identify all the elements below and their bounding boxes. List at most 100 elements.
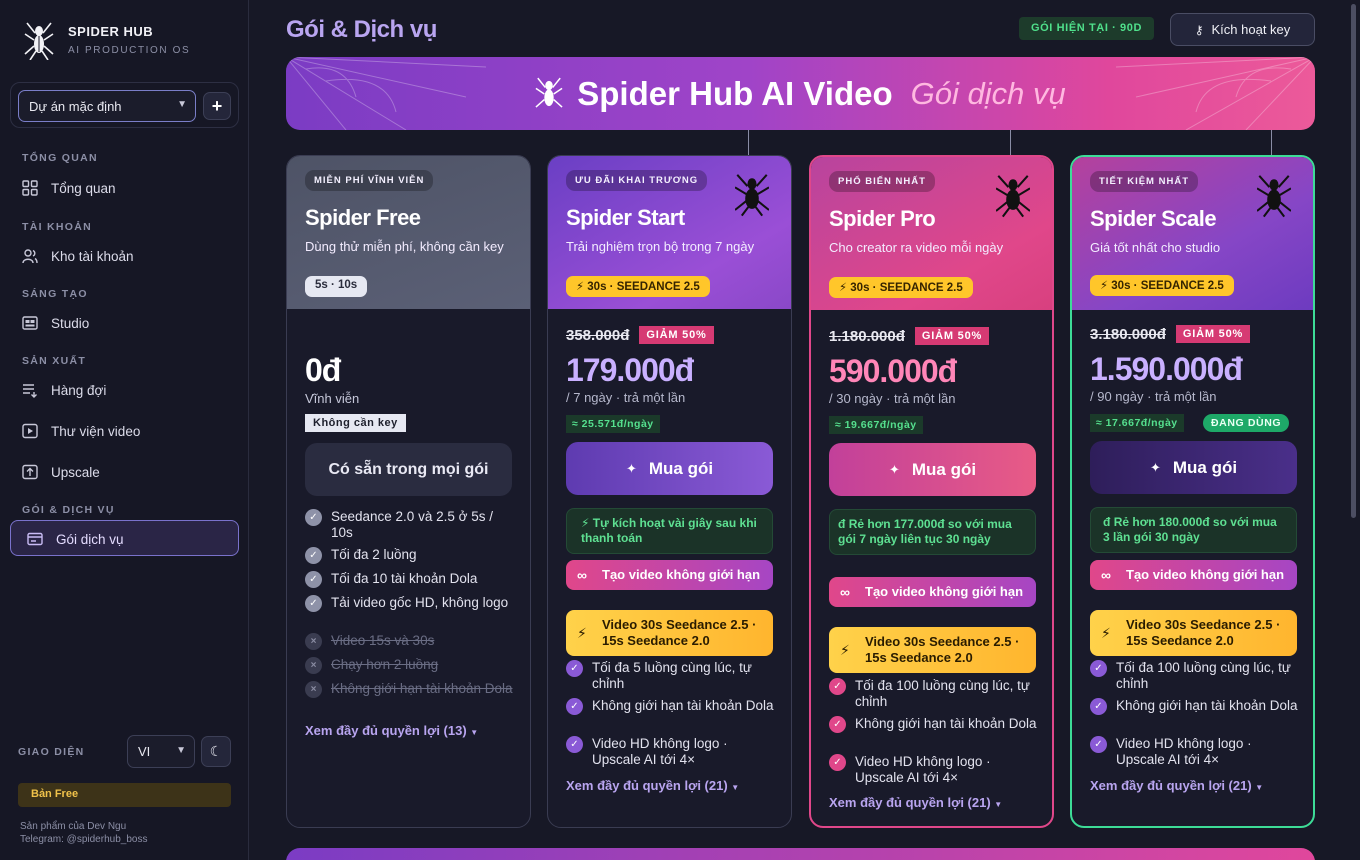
spider-logo-icon (24, 22, 54, 60)
sidebar: SPIDER HUB AI PRODUCTION OS Dự án mặc đị… (0, 0, 249, 860)
plan-header: ƯU ĐÃI KHAI TRƯƠNG Spider Start Trải ngh… (548, 156, 791, 309)
plan-description: Giá tốt nhất cho studio (1090, 240, 1221, 255)
view-all-benefits-link[interactable]: Xem đầy đủ quyền lợi (13) ▼ (305, 723, 478, 738)
plan-note: ⚡ Tự kích hoạt vài giây sau khi thanh to… (566, 508, 773, 554)
project-select[interactable]: Dự án mặc định ▼ (18, 90, 196, 122)
feature-highlight: ∞ Tạo video không giới hạn (566, 560, 773, 590)
feature-text: Không giới hạn tài khoản Dola (855, 716, 1037, 731)
plan-card-start: ƯU ĐÃI KHAI TRƯƠNG Spider Start Trải ngh… (547, 155, 792, 828)
check-icon: ✓ (1090, 660, 1107, 677)
plan-note: đ Rẻ hơn 177.000đ so với mua gói 7 ngày … (829, 509, 1036, 555)
sidebar-item-accounts[interactable]: Kho tài khoản (22, 248, 134, 264)
feature-highlight-text: Tạo video không giới hạn (865, 584, 1024, 599)
feature-item: ✓ Không giới hạn tài khoản Dola (1090, 698, 1300, 715)
buy-button[interactable]: ✦ Mua gói (1090, 441, 1297, 494)
plan-card-free: MIỄN PHÍ VĨNH VIỄN Spider Free Dùng thử … (286, 155, 531, 828)
play-icon (22, 423, 38, 439)
check-icon: ✓ (305, 595, 322, 612)
infinity-icon: ∞ (840, 584, 850, 600)
moon-icon: ☾ (209, 743, 223, 759)
feature-highlight-text: Tạo video không giới hạn (602, 567, 761, 582)
x-icon: × (305, 633, 322, 650)
buy-label: Mua gói (648, 458, 714, 478)
sidebar-item-video-library[interactable]: Thư viện video (22, 423, 140, 439)
check-icon: ✓ (1090, 698, 1107, 715)
view-all-benefits-link[interactable]: Xem đầy đủ quyền lợi (21) ▼ (1090, 778, 1263, 793)
plan-period: / 7 ngày · trả một lần (566, 390, 686, 405)
feature-text: Tối đa 100 luồng cùng lúc, tự chỉnh (1116, 660, 1291, 691)
scrollbar[interactable] (1351, 4, 1356, 518)
feature-text: Tối đa 5 luồng cùng lúc, tự chỉnh (592, 660, 752, 691)
feature-highlight: ∞ Tạo video không giới hạn (829, 577, 1036, 607)
price-per-day: ≈ 19.667đ/ngày (829, 416, 923, 434)
view-all-benefits-link[interactable]: Xem đầy đủ quyền lợi (21) ▼ (566, 778, 739, 793)
old-price: 3.180.000đ (1090, 325, 1166, 343)
plan-note-text: Rẻ hơn 177.000đ so với mua gói 7 ngày li… (838, 517, 1012, 546)
sidebar-item-plans-content[interactable]: Gói dịch vụ (27, 531, 124, 547)
caret-down-icon: ▼ (470, 728, 479, 737)
old-price: 358.000đ (566, 326, 630, 344)
sidebar-item-label: Studio (51, 315, 90, 331)
feature-highlight-text: Tạo video không giới hạn (1126, 567, 1285, 582)
sidebar-item-queue[interactable]: Hàng đợi (22, 382, 106, 398)
sparkle-icon: ✦ (1149, 459, 1161, 475)
feature-text: Tối đa 2 luồng (331, 547, 417, 562)
brand[interactable]: SPIDER HUB AI PRODUCTION OS (24, 20, 190, 60)
thread-line (748, 130, 749, 156)
feature-item: ✓ Tối đa 100 luồng cùng lúc, tự chỉnh (1090, 660, 1300, 692)
feature-item-disabled: × Không giới hạn tài khoản Dola (305, 681, 515, 698)
buy-button[interactable]: ✦ Mua gói (566, 442, 773, 495)
check-icon: ✓ (305, 571, 322, 588)
view-all-benefits-label: Xem đầy đủ quyền lợi (13) (305, 723, 467, 738)
project-select-value: Dự án mặc định (29, 99, 122, 114)
plan-chip-label: 30s · SEEDANCE 2.5 (1111, 280, 1224, 292)
feature-highlight: ⚡ Video 30s Seedance 2.5 · 15s Seedance 2… (829, 627, 1036, 673)
spider-icon (996, 175, 1030, 218)
sidebar-item-upscale[interactable]: Upscale (22, 464, 100, 480)
buy-button[interactable]: ✦ Mua gói (829, 443, 1036, 496)
bolt-icon: ⚡ (577, 625, 587, 641)
plan-name: Spider Free (305, 205, 421, 230)
studio-icon (22, 316, 38, 330)
spider-icon (735, 174, 769, 217)
dark-mode-toggle[interactable]: ☾ (201, 736, 231, 767)
discount-badge: GIẢM 50% (639, 326, 714, 344)
feature-item: ✓ Tối đa 2 luồng (305, 547, 515, 564)
feature-text: Không giới hạn tài khoản Dola (592, 698, 774, 713)
chevron-down-icon: ▼ (176, 745, 186, 756)
plan-note-text: Tự kích hoạt vài giây sau khi thanh toán (581, 516, 757, 545)
sidebar-item-label: Tổng quan (51, 180, 116, 196)
coin-icon: đ (838, 517, 846, 531)
check-icon: ✓ (829, 678, 846, 695)
x-icon: × (305, 681, 322, 698)
spider-logo-icon (535, 77, 563, 108)
discount-badge: GIẢM 50% (914, 327, 990, 345)
bolt-icon: ⚡ (1100, 280, 1109, 292)
feature-item: ✓ Video HD không logo · Upscale AI tới 4× (1090, 736, 1300, 768)
price-per-day: ≈ 25.571đ/ngày (566, 415, 660, 433)
view-all-benefits-label: Xem đầy đủ quyền lợi (21) (566, 778, 728, 793)
page-title: Gói & Dịch vụ (286, 16, 437, 43)
plan-chip: 5s · 10s (305, 276, 368, 297)
bolt-icon: ⚡ (1101, 625, 1111, 641)
x-icon: × (305, 657, 322, 674)
banner-subtitle: Gói dịch vụ (910, 75, 1066, 111)
bolt-icon: ⚡ (576, 281, 585, 293)
check-icon: ✓ (829, 754, 846, 771)
view-all-benefits-label: Xem đầy đủ quyền lợi (21) (1090, 778, 1252, 793)
view-all-benefits-link[interactable]: Xem đầy đủ quyền lợi (21) ▼ (829, 795, 1002, 810)
brand-subtitle: AI PRODUCTION OS (68, 45, 191, 56)
feature-item-disabled: × Chạy hơn 2 luồng (305, 657, 515, 674)
nav-section-accounts: TÀI KHOẢN (22, 221, 93, 233)
plan-chip: ⚡ 30s · SEEDANCE 2.5 (1090, 275, 1234, 296)
sidebar-item-studio[interactable]: Studio (22, 315, 89, 331)
add-project-button[interactable]: + (203, 92, 231, 120)
nav-section-overview: TỔNG QUAN (22, 152, 98, 164)
key-icon: ⚷ (1194, 22, 1204, 37)
credit-author: Sản phẩm của Dev Ngu (20, 821, 127, 832)
infinity-icon: ∞ (577, 567, 587, 583)
plan-badge: Bản Free (18, 783, 231, 807)
language-select[interactable]: VI ▼ (127, 735, 195, 768)
sidebar-item-overview[interactable]: Tổng quan (22, 180, 116, 196)
activate-key-button[interactable]: ⚷ Kích hoạt key (1170, 13, 1315, 46)
